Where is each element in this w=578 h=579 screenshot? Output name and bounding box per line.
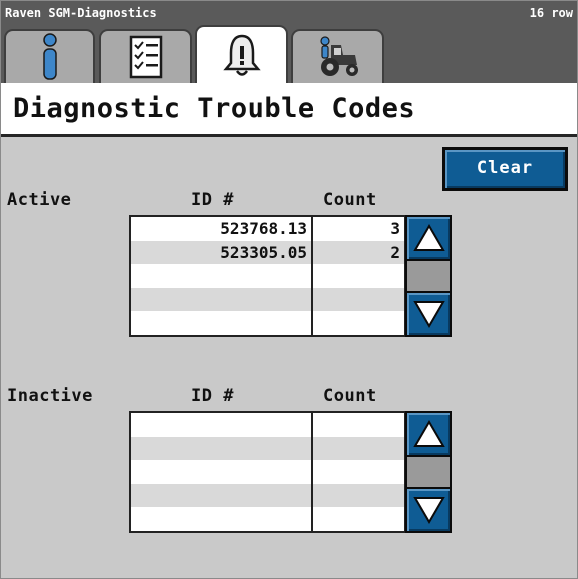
arrow-down-icon bbox=[412, 301, 445, 328]
table-row[interactable]: 523305.05 2 bbox=[131, 240, 404, 265]
table-row[interactable] bbox=[131, 264, 404, 288]
table-row[interactable] bbox=[131, 507, 404, 531]
active-scroll-down-button[interactable] bbox=[405, 291, 452, 337]
inactive-count-column-header: Count bbox=[323, 386, 377, 406]
active-scroll-track[interactable] bbox=[405, 261, 452, 291]
inactive-section-label: Inactive bbox=[7, 386, 93, 406]
column-divider bbox=[311, 413, 313, 531]
active-section-label: Active bbox=[7, 190, 72, 210]
table-row[interactable] bbox=[131, 483, 404, 508]
alarm-bell-icon bbox=[222, 34, 261, 76]
code-id-cell: 523305.05 bbox=[220, 242, 307, 262]
page-header: Diagnostic Trouble Codes bbox=[1, 83, 577, 137]
active-scroll-control bbox=[405, 215, 452, 337]
code-count-cell: 2 bbox=[390, 242, 400, 262]
arrow-up-icon bbox=[412, 420, 445, 447]
table-row[interactable] bbox=[131, 311, 404, 335]
active-id-column-header: ID # bbox=[191, 190, 234, 210]
page-title: Diagnostic Trouble Codes bbox=[13, 93, 416, 124]
inactive-id-column-header: ID # bbox=[191, 386, 234, 406]
info-icon bbox=[42, 33, 57, 80]
tab-checklist[interactable] bbox=[99, 29, 192, 83]
inactive-scroll-down-button[interactable] bbox=[405, 487, 452, 533]
table-row[interactable] bbox=[131, 436, 404, 461]
inactive-scroll-control bbox=[405, 411, 452, 533]
table-row[interactable]: 523768.13 3 bbox=[131, 217, 404, 241]
table-row[interactable] bbox=[131, 287, 404, 312]
tab-alarms[interactable] bbox=[195, 25, 288, 85]
checklist-icon bbox=[129, 35, 162, 79]
tab-info[interactable] bbox=[4, 29, 95, 83]
tab-tractor[interactable] bbox=[291, 29, 384, 83]
title-bar: Raven SGM-Diagnostics 16 row bbox=[1, 1, 577, 25]
inactive-scroll-up-button[interactable] bbox=[405, 411, 452, 457]
tractor-icon bbox=[319, 36, 358, 76]
row-count-label: 16 row bbox=[529, 6, 573, 20]
diagnostics-screen: Raven SGM-Diagnostics 16 row Diagnostic … bbox=[0, 0, 578, 579]
inactive-scroll-track[interactable] bbox=[405, 457, 452, 487]
tab-strip bbox=[1, 25, 577, 85]
clear-button[interactable]: Clear bbox=[442, 147, 568, 191]
code-count-cell: 3 bbox=[390, 219, 400, 238]
column-divider bbox=[311, 217, 313, 335]
active-scroll-up-button[interactable] bbox=[405, 215, 452, 261]
table-row[interactable] bbox=[131, 413, 404, 437]
code-id-cell: 523768.13 bbox=[220, 219, 307, 238]
table-row[interactable] bbox=[131, 460, 404, 484]
inactive-codes-table bbox=[129, 411, 406, 533]
active-count-column-header: Count bbox=[323, 190, 377, 210]
active-codes-table: 523768.13 3 523305.05 2 bbox=[129, 215, 406, 337]
app-title: Raven SGM-Diagnostics bbox=[5, 6, 157, 20]
arrow-up-icon bbox=[412, 224, 445, 251]
arrow-down-icon bbox=[412, 497, 445, 524]
